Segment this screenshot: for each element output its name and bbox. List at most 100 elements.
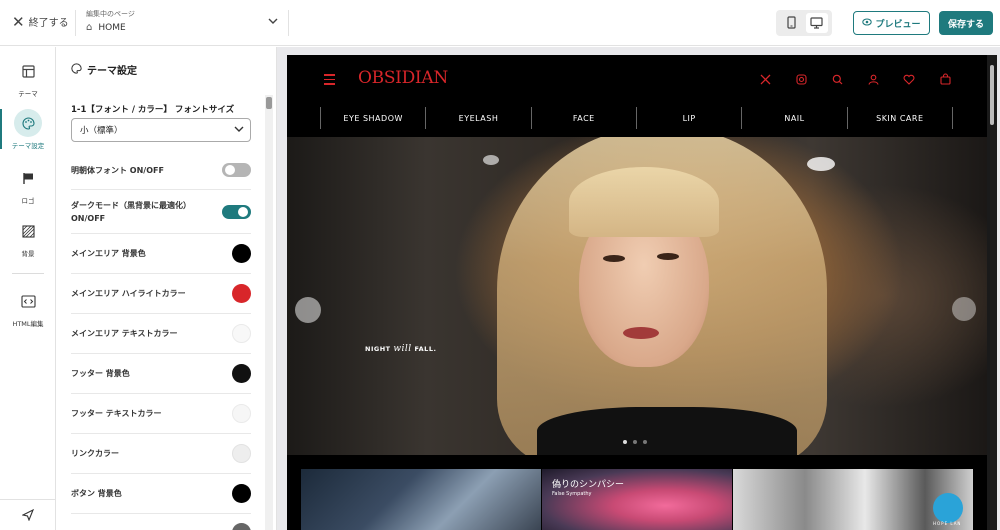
site-logo[interactable]: OBSIDIAN xyxy=(358,68,448,88)
bokeh-light xyxy=(807,157,835,171)
nav-item-background[interactable]: 背景 xyxy=(0,217,56,267)
color-swatch[interactable] xyxy=(232,244,251,263)
nav-link-lip[interactable]: LIP xyxy=(635,107,741,129)
divider xyxy=(288,10,289,36)
setting-row-footer-text: フッター テキストカラー xyxy=(71,393,251,433)
heart-icon[interactable] xyxy=(901,72,917,86)
nav-item-label: テーマ設定 xyxy=(11,142,45,150)
flag-icon xyxy=(14,164,42,192)
font-size-label: 1-1【フォント / カラー】 フォントサイズ xyxy=(71,105,235,115)
setting-row-footer-bg: フッター 背景色 xyxy=(71,353,251,393)
setting-row-main-text: メインエリア テキストカラー xyxy=(71,313,251,353)
setting-label: メインエリア ハイライトカラー xyxy=(71,289,186,298)
preview-canvas: OBSIDIAN EYE SHADOW EYELASH FACE LIP NAI… xyxy=(277,47,1000,530)
bokeh-light xyxy=(295,297,321,323)
panel-title-text: テーマ設定 xyxy=(87,66,137,77)
setting-row-mincho: 明朝体フォント ON/OFF xyxy=(71,151,251,189)
color-swatch[interactable] xyxy=(232,484,251,503)
site-category-nav: EYE SHADOW EYELASH FACE LIP NAIL SKIN CA… xyxy=(320,107,953,129)
close-icon: ✕ xyxy=(12,12,25,31)
setting-label: ダークモード（黒背景に最適化）ON/OFF xyxy=(71,200,191,223)
nav-item-logo[interactable]: ロゴ xyxy=(0,164,56,214)
carousel-dot[interactable] xyxy=(623,440,627,444)
save-button[interactable]: 保存する xyxy=(939,11,993,35)
color-swatch[interactable] xyxy=(232,523,251,530)
setting-row-link: リンクカラー xyxy=(71,433,251,473)
setting-label: ボタン 背景色 xyxy=(71,489,122,498)
user-icon[interactable] xyxy=(865,72,881,86)
setting-label: 明朝体フォント ON/OFF xyxy=(71,165,164,175)
hero-model-lips xyxy=(623,327,659,339)
chevron-down-icon xyxy=(234,123,244,136)
panel-title: テーマ設定 xyxy=(71,62,137,77)
color-swatch[interactable] xyxy=(232,404,251,423)
setting-label: リンクカラー xyxy=(71,449,119,458)
carousel-dot[interactable] xyxy=(633,440,637,444)
carousel-dot[interactable] xyxy=(643,440,647,444)
promo-tile-cosmetics[interactable]: HOPE LAN xyxy=(733,469,973,530)
smartphone-icon xyxy=(787,14,796,33)
promo-tile-lip[interactable]: 偽りのシンパシー False Sympathy xyxy=(542,469,732,530)
divider xyxy=(75,10,76,36)
font-size-value: 小（標準） xyxy=(80,126,123,136)
brand-logo xyxy=(933,493,963,523)
nav-link-eyelash[interactable]: EYELASH xyxy=(425,107,530,129)
desktop-view-button[interactable] xyxy=(805,13,828,33)
search-icon[interactable] xyxy=(829,72,845,86)
pattern-icon xyxy=(14,217,42,245)
nav-item-html-edit[interactable]: HTML編集 xyxy=(0,287,56,337)
nav-link-nail[interactable]: NAIL xyxy=(741,107,846,129)
promo-tile-nail[interactable] xyxy=(301,469,541,530)
nav-item-label: 背景 xyxy=(21,250,35,258)
hero-model-eye xyxy=(657,253,679,260)
nav-link-face[interactable]: FACE xyxy=(530,107,636,129)
scrollbar-thumb[interactable] xyxy=(266,97,272,109)
bokeh-light xyxy=(483,155,499,165)
setting-label: フッター テキストカラー xyxy=(71,409,162,418)
nav-item-theme-settings[interactable]: テーマ設定 xyxy=(0,109,56,159)
hero-model-bangs xyxy=(569,167,719,237)
setting-label: メインエリア 背景色 xyxy=(71,249,146,258)
setting-row-main-bg: メインエリア 背景色 xyxy=(71,233,251,273)
site-header: OBSIDIAN xyxy=(287,55,987,103)
nav-link-eye-shadow[interactable]: EYE SHADOW xyxy=(320,107,425,129)
scrollbar-thumb[interactable] xyxy=(990,65,994,125)
hero-banner[interactable]: NIGHT will FALL. xyxy=(287,137,987,455)
bokeh-light xyxy=(952,297,976,321)
preview-label: プレビュー xyxy=(875,19,921,30)
layout-icon xyxy=(14,57,42,85)
mincho-toggle[interactable] xyxy=(222,163,251,177)
setting-row-partial xyxy=(71,513,251,530)
panel-scrollbar[interactable] xyxy=(265,95,273,530)
color-swatch[interactable] xyxy=(232,364,251,383)
bag-icon[interactable] xyxy=(937,72,953,86)
tile-title: 偽りのシンパシー xyxy=(552,480,625,490)
site-preview[interactable]: OBSIDIAN EYE SHADOW EYELASH FACE LIP NAI… xyxy=(287,55,997,530)
setting-row-main-highlight: メインエリア ハイライトカラー xyxy=(71,273,251,313)
page-name: HOME xyxy=(98,22,126,33)
carousel-dots xyxy=(623,440,647,444)
nav-item-label: ロゴ xyxy=(21,197,35,205)
darkmode-toggle[interactable] xyxy=(222,204,251,219)
monitor-icon xyxy=(810,14,823,33)
tile-subtitle: False Sympathy xyxy=(552,491,592,497)
send-button[interactable] xyxy=(0,499,56,530)
menu-icon[interactable] xyxy=(324,74,335,88)
nav-item-label: HTML編集 xyxy=(12,320,44,328)
nav-link-skin-care[interactable]: SKIN CARE xyxy=(846,107,953,129)
x-icon[interactable] xyxy=(757,72,773,86)
theme-editor: ✕ 終了する 編集中のページ ⌂ HOME プレビュー 保存する テーマ テーマ… xyxy=(0,0,1000,530)
palette-icon xyxy=(14,109,42,137)
color-swatch[interactable] xyxy=(232,284,251,303)
close-editor-button[interactable]: ✕ 終了する xyxy=(12,14,69,29)
page-caption: 編集中のページ xyxy=(86,10,135,18)
preview-button[interactable]: プレビュー xyxy=(853,11,930,35)
color-swatch[interactable] xyxy=(232,444,251,463)
preview-scrollbar[interactable] xyxy=(987,55,997,530)
color-swatch[interactable] xyxy=(232,324,251,343)
page-selector[interactable]: 編集中のページ ⌂ HOME xyxy=(86,9,282,39)
nav-item-theme[interactable]: テーマ xyxy=(0,57,56,107)
font-size-select[interactable]: 小（標準） xyxy=(71,118,251,142)
instagram-icon[interactable] xyxy=(793,72,809,86)
mobile-view-button[interactable] xyxy=(781,13,803,33)
